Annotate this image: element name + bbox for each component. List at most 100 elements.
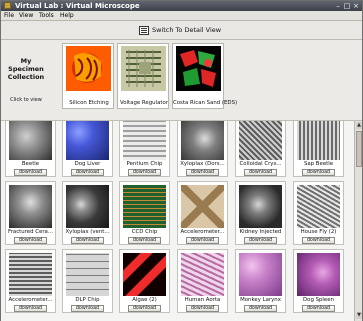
virtual-microscope-window: Virtual Lab : Virtual Microscope – □ × F… [0, 0, 363, 321]
vertical-scrollbar[interactable]: ▲ ▼ [354, 121, 362, 321]
specimen-label: Monkey Larynx [240, 297, 281, 303]
specimen-thumb [297, 185, 340, 228]
menu-file[interactable]: File [4, 11, 14, 20]
specimen-thumb [181, 253, 224, 296]
specimen-label: House Fly (2) [300, 229, 337, 235]
download-button[interactable]: download [186, 237, 219, 244]
title-bar: Virtual Lab : Virtual Microscope – □ × [1, 1, 362, 11]
specimen-label: DLP Chip [75, 297, 100, 303]
switch-to-detail-view-button[interactable]: Switch To Detail View [139, 24, 221, 36]
switch-to-detail-view-label: Switch To Detail View [152, 26, 222, 34]
detail-view-icon [139, 25, 149, 35]
toolbar: Switch To Detail View [1, 21, 362, 40]
specimen-tile[interactable]: Accelerometer... download [177, 181, 228, 245]
download-button[interactable]: download [14, 169, 47, 176]
my-specimen-collection: My Specimen Collection Click to view Sil… [1, 40, 362, 121]
specimen-tile[interactable]: Sap Beetle download [293, 121, 344, 177]
download-button[interactable]: download [128, 305, 161, 312]
specimen-thumb [123, 253, 166, 296]
collection-item[interactable]: Costa Rican Sand (EDS) [172, 43, 238, 109]
download-button[interactable]: download [71, 169, 104, 176]
window-title: Virtual Lab : Virtual Microscope [15, 2, 140, 10]
specimen-tile[interactable]: Kidney Injected download [235, 181, 286, 245]
collection-item-label: Voltage Regulator [119, 100, 169, 106]
close-button[interactable]: × [352, 2, 360, 10]
specimen-thumb [66, 185, 109, 228]
specimen-tile[interactable]: Beetle download [5, 121, 56, 177]
specimen-tile[interactable]: Human Aorta download [177, 249, 228, 313]
specimen-label: Accelerometer... [8, 297, 53, 303]
specimen-thumb [9, 185, 52, 228]
specimen-thumb [66, 253, 109, 296]
specimen-tile[interactable]: Algae (2) download [119, 249, 170, 313]
download-button[interactable]: download [128, 169, 161, 176]
collection-item-label: Costa Rican Sand (EDS) [173, 100, 238, 106]
specimen-tile[interactable]: Dog Spleen download [293, 249, 344, 313]
download-button[interactable]: download [14, 305, 47, 312]
download-button[interactable]: download [244, 169, 277, 176]
download-button[interactable]: download [244, 305, 277, 312]
costa-rican-sand-thumb [176, 46, 221, 91]
collection-item[interactable]: Silicon Etching [62, 43, 114, 109]
specimen-thumb [297, 121, 340, 160]
specimen-label: Sap Beetle [303, 161, 334, 167]
specimen-label: Fractured Cera... [7, 229, 53, 235]
specimen-thumb [9, 253, 52, 296]
download-button[interactable]: download [244, 237, 277, 244]
specimen-thumb [181, 121, 224, 160]
specimen-thumb [181, 185, 224, 228]
download-button[interactable]: download [302, 305, 335, 312]
download-button[interactable]: download [186, 169, 219, 176]
specimen-tile[interactable]: Dog Liver download [62, 121, 113, 177]
scrollbar-thumb[interactable] [356, 131, 362, 167]
specimen-label: Xyloplax (vent... [65, 229, 110, 235]
menu-view[interactable]: View [19, 11, 33, 20]
collection-item[interactable]: Voltage Regulator [117, 43, 169, 109]
specimen-thumb [297, 253, 340, 296]
specimen-tile[interactable]: Colloidal Crys... download [235, 121, 286, 177]
maximize-button[interactable]: □ [343, 2, 351, 10]
download-button[interactable]: download [71, 237, 104, 244]
specimen-label: Kidney Injected [239, 229, 282, 235]
specimen-thumb [123, 121, 166, 160]
minimize-button[interactable]: – [334, 2, 342, 10]
download-button[interactable]: download [186, 305, 219, 312]
collection-hint: Click to view [10, 97, 42, 103]
download-button[interactable]: download [302, 237, 335, 244]
specimen-tile[interactable]: Xyloplax (Dors... download [177, 121, 228, 177]
specimen-tile[interactable]: Accelerometer... download [5, 249, 56, 313]
download-button[interactable]: download [302, 169, 335, 176]
menu-help[interactable]: Help [60, 11, 74, 20]
specimen-thumb [239, 253, 282, 296]
silicon-etching-thumb [66, 46, 111, 91]
specimen-label: Dog Liver [74, 161, 101, 167]
app-icon [4, 2, 11, 9]
specimen-tile[interactable]: Fractured Cera... download [5, 181, 56, 245]
download-button[interactable]: download [128, 237, 161, 244]
download-button[interactable]: download [71, 305, 104, 312]
specimen-thumb [239, 185, 282, 228]
specimen-tile[interactable]: CCD Chip download [119, 181, 170, 245]
specimen-label: Xyloplax (Dors... [180, 161, 225, 167]
specimen-grid: Beetle download Dog Liver download Penti… [1, 121, 354, 321]
specimen-tile[interactable]: Monkey Larynx download [235, 249, 286, 313]
specimen-label: Pentium Chip [126, 161, 163, 167]
scroll-down-icon[interactable]: ▼ [356, 312, 362, 319]
specimen-tile[interactable]: House Fly (2) download [293, 181, 344, 245]
specimen-label: Algae (2) [132, 297, 157, 303]
specimen-thumb [123, 185, 166, 228]
specimen-label: Beetle [21, 161, 40, 167]
specimen-thumb [9, 121, 52, 160]
menu-bar: File View Tools Help [1, 11, 362, 21]
scroll-up-icon[interactable]: ▲ [356, 122, 362, 129]
specimen-tile[interactable]: Xyloplax (vent... download [62, 181, 113, 245]
download-button[interactable]: download [14, 237, 47, 244]
menu-tools[interactable]: Tools [39, 11, 54, 20]
specimen-thumb [239, 121, 282, 160]
specimen-tile[interactable]: DLP Chip download [62, 249, 113, 313]
specimen-tile[interactable]: Pentium Chip download [119, 121, 170, 177]
specimen-label: Dog Spleen [303, 297, 334, 303]
specimen-label: CCD Chip [131, 229, 158, 235]
specimen-label: Colloidal Crys... [239, 161, 282, 167]
specimen-thumb [66, 121, 109, 160]
